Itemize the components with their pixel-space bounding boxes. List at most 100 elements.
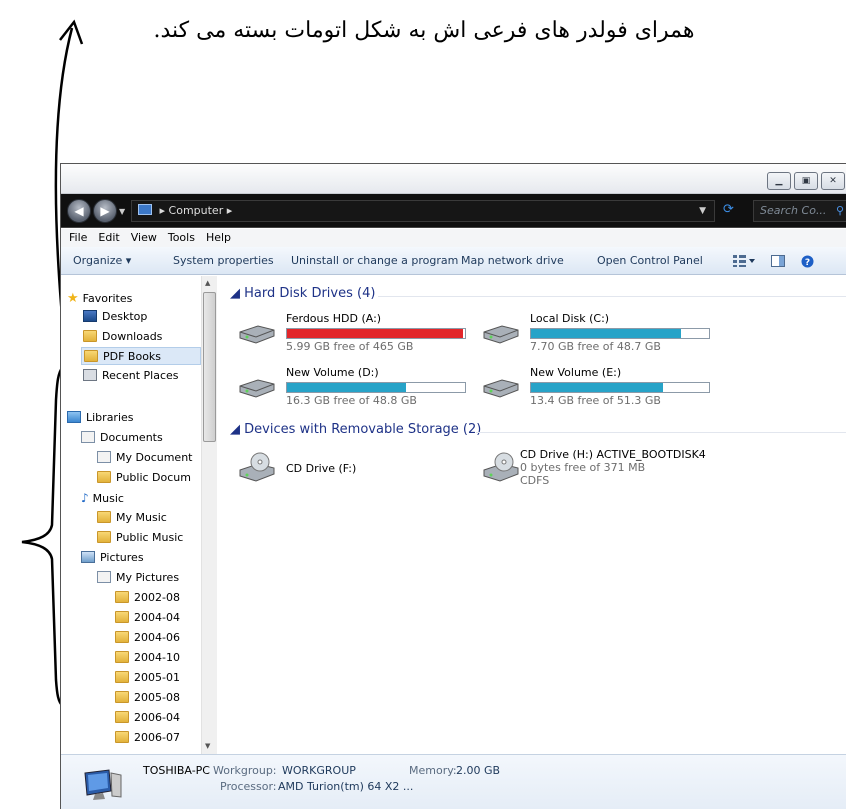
- folder-icon: [115, 671, 129, 683]
- nav-desktop[interactable]: Desktop: [83, 308, 147, 326]
- menu-help[interactable]: Help: [206, 229, 231, 247]
- memory-label: Memory:: [409, 764, 457, 777]
- address-bar[interactable]: ▸ Computer ▸ ▼: [131, 200, 715, 222]
- folder-icon: [115, 591, 129, 603]
- explorer-window: ▁ ▣ ✕ ◀ ▶ ▼ ▸ Computer ▸ ▼ ⟳ Search Co..…: [60, 163, 846, 809]
- map-network-drive-button[interactable]: Map network drive: [461, 247, 564, 275]
- nav-label: Public Docum: [116, 471, 191, 484]
- drive-e[interactable]: New Volume (E:) 13.4 GB free of 51.3 GB: [482, 366, 727, 407]
- address-path[interactable]: Computer: [169, 204, 224, 217]
- cd-drive-h[interactable]: CD Drive (H:) ACTIVE_BOOTDISK4 0 bytes f…: [482, 448, 727, 494]
- title-bar: ▁ ▣ ✕: [61, 164, 846, 194]
- address-dropdown-icon[interactable]: ▼: [699, 201, 706, 221]
- back-icon[interactable]: ◀: [67, 199, 91, 223]
- search-icon[interactable]: ⚲: [836, 201, 844, 221]
- nav-public-documents[interactable]: Public Docum: [97, 469, 191, 487]
- help-icon[interactable]: ?: [801, 255, 814, 268]
- menu-edit[interactable]: Edit: [98, 229, 119, 247]
- nav-public-music[interactable]: Public Music: [97, 529, 183, 547]
- star-icon: ★: [67, 291, 79, 306]
- organize-button[interactable]: Organize ▾: [73, 247, 131, 275]
- nav-documents[interactable]: Documents: [81, 429, 163, 447]
- nav-folder-2005-08[interactable]: 2005-08: [115, 689, 180, 707]
- nav-label: 2004-10: [134, 651, 180, 664]
- nav-libraries[interactable]: Libraries: [67, 409, 134, 427]
- nav-label: Pictures: [100, 551, 144, 564]
- menu-view[interactable]: View: [131, 229, 157, 247]
- nav-label: 2002-08: [134, 591, 180, 604]
- nav-favorites[interactable]: ★ Favorites: [67, 290, 132, 308]
- details-pane: TOSHIBA-PC Workgroup: WORKGROUP Memory: …: [61, 754, 846, 809]
- music-note-icon: ♪: [81, 491, 89, 505]
- nav-label: Recent Places: [102, 369, 179, 382]
- nav-folder-2004-10[interactable]: 2004-10: [115, 649, 180, 667]
- system-properties-button[interactable]: System properties: [173, 247, 274, 275]
- cd-drive-icon: [483, 452, 519, 482]
- nav-folder-2005-01[interactable]: 2005-01: [115, 669, 180, 687]
- nav-folder-2002-08[interactable]: 2002-08: [115, 589, 180, 607]
- folder-icon: [115, 631, 129, 643]
- music-folder-icon: [97, 511, 111, 523]
- nav-label: Downloads: [102, 330, 163, 343]
- nav-folder-2004-06[interactable]: 2004-06: [115, 629, 180, 647]
- forward-icon[interactable]: ▶: [93, 199, 117, 223]
- command-bar: Organize ▾ System properties Uninstall o…: [61, 247, 846, 275]
- refresh-icon[interactable]: ⟳: [723, 202, 734, 217]
- nav-recent-places[interactable]: Recent Places: [83, 367, 179, 385]
- uninstall-program-button[interactable]: Uninstall or change a program: [291, 247, 458, 275]
- drive-d[interactable]: New Volume (D:) 16.3 GB free of 48.8 GB: [238, 366, 483, 407]
- minimize-icon[interactable]: ▁: [767, 172, 791, 190]
- group-header-hdd[interactable]: ◢ Hard Disk Drives (4): [230, 286, 375, 301]
- drive-a[interactable]: Ferdous HDD (A:) 5.99 GB free of 465 GB: [238, 312, 483, 353]
- change-view-icon[interactable]: [733, 255, 755, 267]
- menu-bar: File Edit View Tools Help: [61, 229, 846, 247]
- pictures-icon: [81, 551, 95, 563]
- computer-name: TOSHIBA-PC: [143, 764, 210, 777]
- scroll-thumb[interactable]: [203, 292, 216, 442]
- nav-my-pictures[interactable]: My Pictures: [97, 569, 179, 587]
- open-control-panel-button[interactable]: Open Control Panel: [597, 247, 703, 275]
- drive-name: CD Drive (H:) ACTIVE_BOOTDISK4: [520, 448, 706, 461]
- folder-icon: [83, 330, 97, 342]
- nav-music[interactable]: ♪ Music: [81, 489, 124, 507]
- address-sep-icon: ▸: [159, 204, 169, 217]
- nav-label: Desktop: [102, 310, 148, 323]
- search-input[interactable]: Search Co... ⚲: [753, 200, 846, 222]
- nav-pictures[interactable]: Pictures: [81, 549, 144, 567]
- nav-pdf-books[interactable]: PDF Books: [81, 347, 201, 365]
- nav-folder-2004-04[interactable]: 2004-04: [115, 609, 180, 627]
- content-area: ◢ Hard Disk Drives (4) Ferdous HDD (A:) …: [218, 276, 846, 754]
- drive-usage-bar: [286, 382, 466, 393]
- group-header-removable[interactable]: ◢ Devices with Removable Storage (2): [230, 422, 481, 437]
- drive-name: New Volume (D:): [286, 366, 379, 379]
- nav-folder-2006-04[interactable]: 2006-04: [115, 709, 180, 727]
- documents-icon: [81, 431, 95, 443]
- workgroup-label: Workgroup:: [213, 764, 277, 777]
- scroll-down-icon[interactable]: ▼: [205, 742, 210, 750]
- close-icon[interactable]: ✕: [821, 172, 845, 190]
- nav-label: 2006-07: [134, 731, 180, 744]
- drive-name: CD Drive (F:): [286, 462, 357, 475]
- group-divider: [476, 432, 846, 433]
- nav-my-documents[interactable]: My Document: [97, 449, 192, 467]
- menu-file[interactable]: File: [69, 229, 87, 247]
- history-dropdown-icon[interactable]: ▼: [119, 207, 125, 216]
- drive-usage-bar: [530, 382, 710, 393]
- nav-downloads[interactable]: Downloads: [83, 328, 162, 346]
- menu-tools[interactable]: Tools: [168, 229, 195, 247]
- drive-free-space: 7.70 GB free of 48.7 GB: [530, 340, 661, 353]
- drive-name: Ferdous HDD (A:): [286, 312, 382, 325]
- pictures-folder-icon: [97, 571, 111, 583]
- drive-filesystem: CDFS: [520, 474, 550, 487]
- folder-icon: [115, 691, 129, 703]
- preview-pane-icon[interactable]: [771, 255, 785, 267]
- computer-icon: [138, 204, 152, 215]
- drive-c[interactable]: Local Disk (C:) 7.70 GB free of 48.7 GB: [482, 312, 727, 353]
- document-folder-icon: [97, 451, 111, 463]
- nav-my-music[interactable]: My Music: [97, 509, 167, 527]
- scroll-up-icon[interactable]: ▲: [205, 279, 210, 287]
- maximize-icon[interactable]: ▣: [794, 172, 818, 190]
- nav-scrollbar[interactable]: ▲ ▼: [201, 276, 217, 754]
- nav-folder-2006-07[interactable]: 2006-07: [115, 729, 180, 747]
- cd-drive-f[interactable]: CD Drive (F:): [238, 448, 483, 494]
